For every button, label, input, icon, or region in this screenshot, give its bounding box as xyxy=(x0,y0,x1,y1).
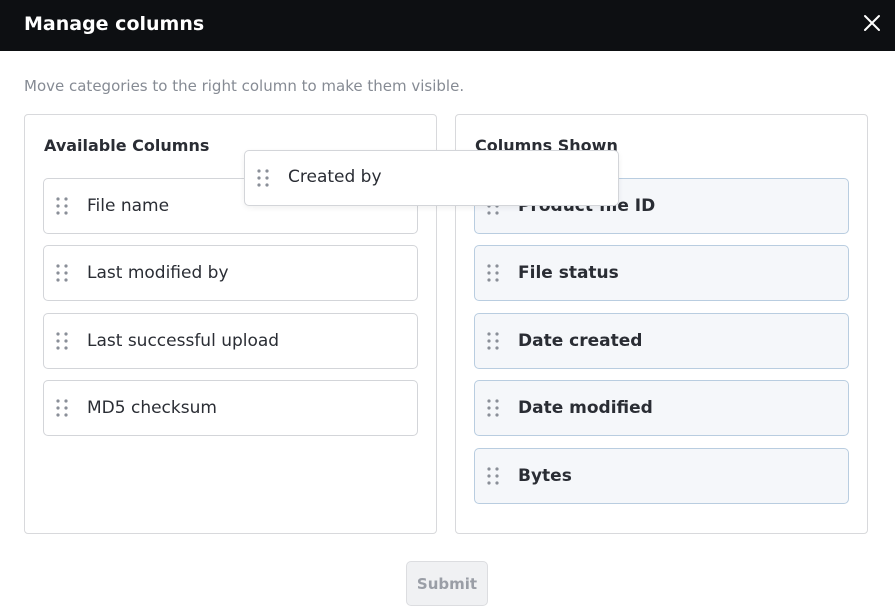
drag-handle-icon[interactable] xyxy=(54,263,70,283)
item-label: Bytes xyxy=(518,466,572,486)
item-label: File name xyxy=(87,196,170,216)
close-icon xyxy=(864,15,880,31)
dialog-title: Manage columns xyxy=(24,13,205,35)
shown-item-date-created[interactable]: Date created xyxy=(474,313,849,369)
instructions-text: Move categories to the right column to m… xyxy=(24,77,465,95)
close-button[interactable] xyxy=(863,14,881,32)
shown-item-date-modified[interactable]: Date modified xyxy=(474,380,849,436)
available-item-last-successful-upload[interactable]: Last successful upload xyxy=(43,313,418,369)
drag-handle-icon[interactable] xyxy=(54,196,70,216)
manage-columns-dialog: Manage columns Move categories to the ri… xyxy=(0,0,895,615)
drag-handle-icon[interactable] xyxy=(255,168,271,188)
available-item-last-modified-by[interactable]: Last modified by xyxy=(43,245,418,301)
available-columns-title: Available Columns xyxy=(44,136,210,155)
submit-button[interactable]: Submit xyxy=(406,561,488,606)
drag-handle-icon[interactable] xyxy=(485,263,501,283)
drag-handle-icon[interactable] xyxy=(485,466,501,486)
drag-handle-icon[interactable] xyxy=(54,398,70,418)
item-label: Date modified xyxy=(518,398,653,418)
item-label: Date created xyxy=(518,331,643,351)
available-item-md5-checksum[interactable]: MD5 checksum xyxy=(43,380,418,436)
item-label: Last successful upload xyxy=(87,331,280,351)
item-label: MD5 checksum xyxy=(87,398,217,418)
dragging-item-created-by[interactable]: Created by xyxy=(244,150,619,206)
drag-handle-icon[interactable] xyxy=(54,331,70,351)
drag-handle-icon[interactable] xyxy=(485,331,501,351)
dialog-header: Manage columns xyxy=(0,0,895,51)
shown-item-bytes[interactable]: Bytes xyxy=(474,448,849,504)
item-label: Last modified by xyxy=(87,263,229,283)
drag-handle-icon[interactable] xyxy=(485,398,501,418)
shown-item-file-status[interactable]: File status xyxy=(474,245,849,301)
item-label: Created by xyxy=(288,167,382,187)
item-label: File status xyxy=(518,263,619,283)
